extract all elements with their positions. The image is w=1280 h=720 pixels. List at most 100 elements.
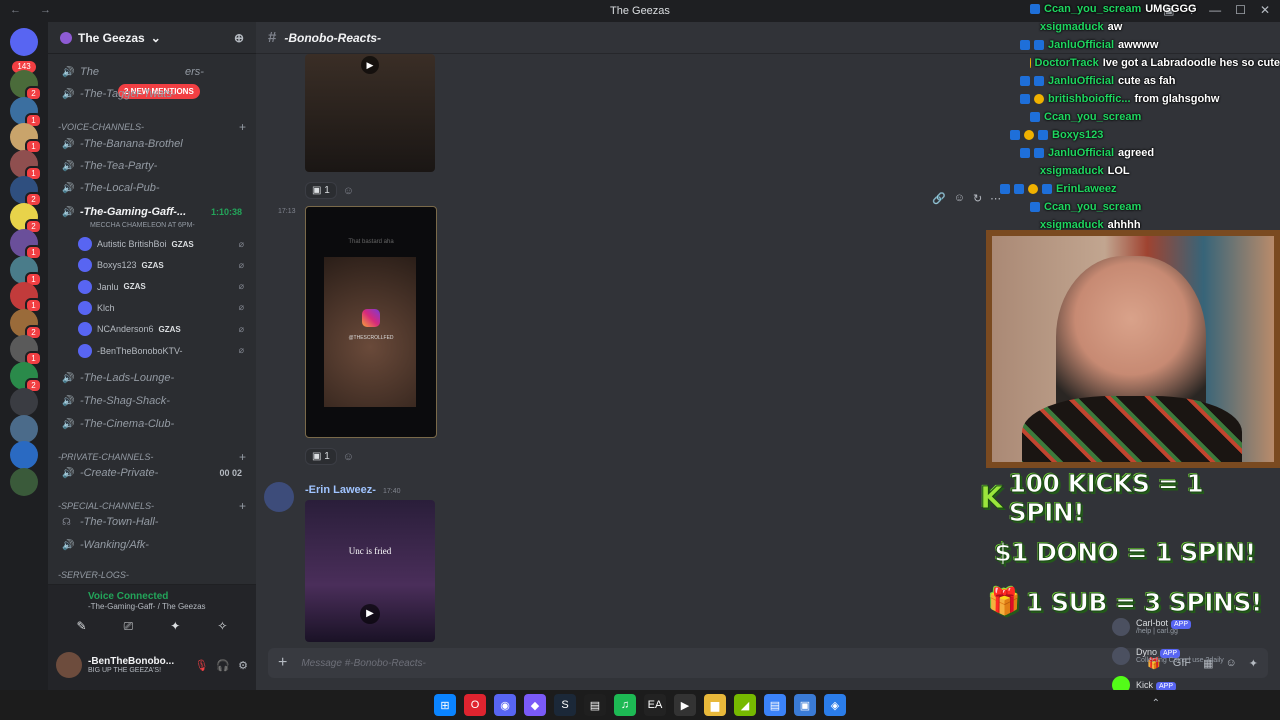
deafen-icon[interactable]: 🎧 [216,659,230,672]
channel-item-tea-party[interactable]: 🔊 -The-Tea-Party- [56,156,248,176]
server-icon[interactable] [10,441,38,469]
activities-icon[interactable]: ✦ [170,619,180,634]
member-item[interactable]: Carl-bot APP/help | carl.gg [1112,612,1280,641]
channel-item-tagger-twats[interactable]: 🔊 -The-Tagger-Twats- [56,84,248,104]
add-channel-icon[interactable]: + [239,499,246,513]
server-icon[interactable]: 2 [10,70,42,101]
channel-item-town-hall[interactable]: ☊ -The-Town-Hall- [56,512,248,532]
taskbar-app-icon[interactable]: ▆ [704,694,726,716]
channel-item-gaming-gaff[interactable]: 🔊 -The-Gaming-Gaff-... 1:10:38 [56,202,248,222]
server-icon[interactable] [10,388,38,416]
taskbar-app-icon[interactable]: ◈ [824,694,846,716]
server-header[interactable]: The Geezas ⌄ ⊕ [48,22,256,54]
taskbar-app-icon[interactable]: ◉ [494,694,516,716]
add-channel-icon[interactable]: + [239,450,246,464]
speaker-icon: 🔊 [62,395,75,407]
play-icon[interactable]: ▶ [360,604,380,624]
taskbar-app-icon[interactable]: ▤ [764,694,786,716]
reaction-pill[interactable]: ▣ 1 [305,182,337,199]
channel-item-local-pub[interactable]: 🔊 -The-Local-Pub- [56,178,248,198]
taskbar-app-icon[interactable]: EA [644,694,666,716]
server-icon[interactable]: 1 [10,255,42,287]
add-channel-icon[interactable]: + [239,120,246,134]
channel-event-status: MECCHA CHAMELEON AT 6PM- [90,222,195,229]
home-button[interactable] [10,28,38,56]
chat-message: cute as fah [1118,75,1176,87]
settings-gear-icon[interactable]: ⚙ [238,659,248,672]
voice-status[interactable]: Voice Connected [58,591,246,602]
channel-item-lads-lounge[interactable]: 🔊 -The-Lads-Lounge- [56,368,248,388]
voice-user[interactable]: Autistic BritishBoi GZAS ⌀ [78,234,248,254]
video-attachment[interactable]: Unc is fried ▶ [305,500,435,642]
taskbar-app-icon[interactable]: ⊞ [434,694,456,716]
taskbar-app-icon[interactable]: ◢ [734,694,756,716]
server-icon[interactable] [10,414,38,443]
voice-user[interactable]: -BenTheBonoboKTV- ⌀ [78,341,248,361]
server-icon[interactable] [10,467,38,496]
taskbar-app-icon[interactable]: ▤ [584,694,606,716]
chat-message: agreed [1118,147,1155,159]
category-private-channels[interactable]: -PRIVATE-CHANNELS- + [58,450,246,464]
add-reaction-icon[interactable]: ☺ [343,451,354,463]
server-icon[interactable]: 1 [10,149,42,181]
screen-share-icon[interactable]: ⎚ [124,619,134,634]
voice-location[interactable]: -The-Gaming-Gaff- / The Geezas [58,602,246,611]
taskbar-app-icon[interactable]: ◆ [524,694,546,716]
taskbar-app-icon[interactable]: S [554,694,576,716]
video-attachment[interactable]: That bastard aha @THESCROLLFED [305,206,437,438]
category-voice-channels[interactable]: -VOICE-CHANNELS- + [58,120,246,134]
avatar[interactable] [56,652,82,678]
play-icon[interactable]: ▶ [361,56,379,74]
channel-item-shag-shack[interactable]: 🔊 -The-Shag-Shack- [56,391,248,411]
taskbar-app-icon[interactable]: ▣ [794,694,816,716]
voice-user[interactable]: Janlu GZAS ⌀ [78,277,248,297]
chat-line: JanluOfficial cute as fah [980,72,1280,90]
invite-people-icon[interactable]: ⊕ [234,31,244,45]
server-icon[interactable]: 2 [10,361,42,393]
server-icon[interactable]: 2 [10,176,42,207]
server-icon[interactable]: 1 [10,123,42,154]
chat-message: Ive got a Labradoodle hes so cute [1102,57,1280,69]
tray-chevron-icon[interactable]: ⌃ [1152,698,1160,709]
server-icon[interactable]: 1 [10,335,42,366]
taskbar-app-icon[interactable]: O [464,694,486,716]
member-item[interactable]: Dyno APP Collecting Coins | use ?daily [1112,641,1280,670]
soundboard-icon[interactable]: ✧ [217,619,227,634]
mute-icon[interactable]: 🎙 [194,659,208,672]
category-server-logs[interactable]: -SERVER-LOGS- [58,570,246,580]
avatar[interactable] [264,482,294,512]
nav-arrows[interactable]: ← → [10,4,59,16]
speaker-icon: 🔊 [62,467,75,479]
chat-username: Boxys123 [1052,129,1104,141]
noise-suppression-icon[interactable]: ✎ [77,619,87,634]
message-input[interactable]: Message #-Bonobo-Reacts- [301,658,426,669]
taskbar-app-icon[interactable]: ▶ [674,694,696,716]
attach-plus-icon[interactable]: + [278,654,287,672]
voice-user[interactable]: Boxys123 GZAS ⌀ [78,255,248,275]
channel-item-create-private[interactable]: 🔊 -Create-Private- 00 02 [56,463,248,483]
link-icon[interactable]: 🔗 [932,192,946,205]
server-icon[interactable]: 2 [10,202,42,234]
category-special-channels[interactable]: -SPECIAL-CHANNELS- + [58,499,246,513]
add-reaction-icon[interactable]: ☺ [343,185,354,197]
channel-item-cinema-club[interactable]: 🔊 -The-Cinema-Club- [56,414,248,434]
chat-line: JanluOfficial agreed [980,144,1280,162]
server-icon[interactable]: 1 [10,229,42,260]
channel-item-afk[interactable]: 🔊 -Wanking/Afk- [56,535,248,555]
channel-item-banana-brothel[interactable]: 🔊 -The-Banana-Brothel [56,134,248,154]
emoji-icon[interactable]: ☺ [954,192,965,205]
username[interactable]: -BenTheBonobo... [88,656,174,667]
server-icon[interactable]: 2 [10,308,42,340]
voice-user[interactable]: Klch ⌀ [78,298,248,318]
taskbar-app-icon[interactable]: ♫ [614,694,636,716]
reaction-pill[interactable]: ▣ 1 [305,448,337,465]
chat-username: Ccan_you_scream [1044,111,1142,123]
channel-item-top-1[interactable]: 🔊 The ers- [56,62,248,82]
video-attachment[interactable]: ▶ [305,54,435,172]
chat-username: xsigmaduck [1040,165,1104,177]
badge-icon [1020,148,1030,158]
voice-user[interactable]: NCAnderson6 GZAS ⌀ [78,319,248,339]
server-icon[interactable]: 1 [10,96,42,128]
message-author[interactable]: -Erin Laweez- 17:40 [305,484,401,496]
server-icon[interactable]: 1 [10,282,42,313]
